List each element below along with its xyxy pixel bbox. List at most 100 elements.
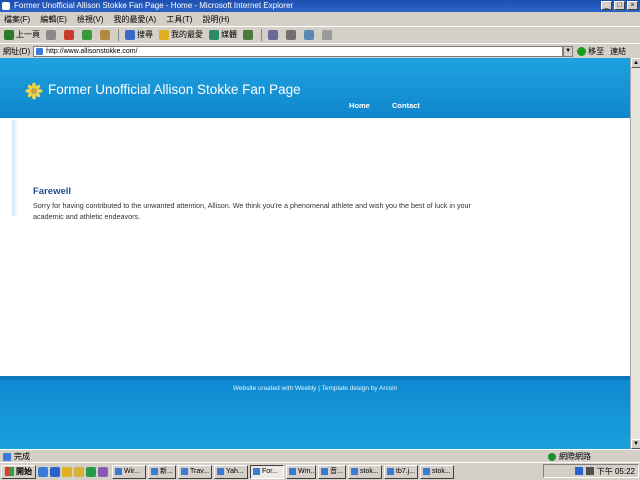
task-label: tb7.j... (396, 467, 416, 475)
task-label: stok... (432, 467, 451, 475)
quick-launch (38, 466, 110, 477)
task-icon (423, 468, 430, 475)
home-icon (100, 29, 110, 40)
forward-arrow-icon (46, 29, 56, 40)
menu-view[interactable]: 檢視(V) (77, 14, 104, 25)
ie-quicklaunch-icon[interactable] (50, 466, 60, 477)
task-icon (321, 468, 328, 475)
task-icon (289, 468, 296, 475)
network-icon[interactable] (98, 466, 108, 477)
task-button[interactable]: Wm... (286, 464, 316, 479)
site-header: Former Unofficial Allison Stokke Fan Pag… (0, 58, 630, 118)
task-button[interactable]: stok... (420, 464, 454, 479)
history-icon (243, 29, 253, 40)
task-button-active[interactable]: For... (250, 464, 284, 479)
page-done-icon (3, 452, 11, 461)
task-button[interactable]: Yah... (214, 464, 248, 479)
go-label: 移至 (588, 46, 605, 56)
menu-file[interactable]: 檔案(F) (4, 14, 30, 25)
task-button[interactable]: tb7.j... (384, 464, 418, 479)
task-icon (115, 468, 122, 475)
flower-logo-icon (25, 82, 43, 100)
task-label: Wir... (124, 467, 140, 475)
post-heading: Farewell (33, 186, 72, 197)
print-icon (286, 29, 296, 40)
task-button[interactable]: Wir... (112, 464, 146, 479)
task-label: 音... (330, 467, 343, 475)
clock[interactable]: 下午 05:22 (597, 466, 635, 477)
history-button[interactable] (243, 29, 255, 40)
search-button[interactable]: 搜尋 (125, 29, 153, 40)
window-title: Former Unofficial Allison Stokke Fan Pag… (14, 1, 294, 10)
maximize-button[interactable]: □ (614, 1, 625, 10)
home-button[interactable] (100, 29, 112, 40)
zone-text: 網際網路 (559, 452, 591, 461)
volume-icon[interactable] (585, 467, 594, 475)
address-dropdown-button[interactable]: ▼ (563, 45, 574, 57)
stop-button[interactable] (64, 29, 76, 40)
back-button[interactable]: 上一頁 (4, 29, 40, 40)
discuss-button[interactable] (322, 29, 334, 40)
footer-divider (0, 376, 630, 380)
nav-home-link[interactable]: Home (349, 101, 370, 110)
edit-button[interactable] (304, 29, 316, 40)
window-titlebar[interactable]: Former Unofficial Allison Stokke Fan Pag… (0, 0, 640, 12)
task-icon (151, 468, 158, 475)
menu-favorites[interactable]: 我的最愛(A) (114, 14, 157, 25)
task-icon (181, 468, 188, 475)
back-label: 上一頁 (16, 30, 40, 39)
stop-icon (64, 29, 74, 40)
status-text: 完成 (14, 452, 30, 461)
task-button[interactable]: Trav... (178, 464, 212, 479)
favorites-star-icon (159, 29, 169, 40)
address-url: http://www.allisonstokke.com/ (46, 47, 138, 55)
task-button[interactable]: 新... (148, 464, 176, 479)
nav-contact-link[interactable]: Contact (392, 101, 420, 110)
forward-button[interactable] (46, 29, 58, 40)
standard-toolbar: 上一頁 搜尋 我的最愛 媒體 (0, 26, 640, 42)
taskbar: 開始 Wir... 新... Trav... Yah... For... Wm.… (0, 462, 640, 480)
vertical-scrollbar[interactable]: ▲ ▼ (630, 58, 640, 449)
refresh-button[interactable] (82, 29, 94, 40)
desktop-icon[interactable] (38, 466, 48, 477)
media-player-icon[interactable] (86, 466, 96, 477)
outlook-icon[interactable] (62, 466, 72, 477)
media-label: 媒體 (221, 30, 237, 39)
status-zone: 網際網路 (548, 451, 591, 462)
address-label: 網址(D) (3, 46, 31, 56)
start-button[interactable]: 開始 (1, 464, 36, 479)
task-label: stok... (360, 467, 379, 475)
task-label: 新... (160, 467, 173, 475)
scroll-down-button[interactable]: ▼ (631, 439, 640, 449)
search-icon (125, 29, 135, 40)
media-icon (209, 29, 219, 40)
page-icon (36, 47, 44, 55)
task-label: Wm... (298, 467, 316, 475)
menu-help[interactable]: 說明(H) (202, 14, 229, 25)
menu-tools[interactable]: 工具(T) (166, 14, 192, 25)
task-label: Yah... (226, 467, 244, 475)
minimize-button[interactable]: _ (601, 1, 612, 10)
footer-credit[interactable]: Website created with Weebly | Template d… (0, 385, 630, 392)
edit-icon (304, 29, 314, 40)
task-icon (253, 468, 260, 475)
scroll-up-button[interactable]: ▲ (631, 58, 640, 68)
post-body: Sorry for having contributed to the unwa… (33, 201, 471, 221)
links-button[interactable]: 連結 (610, 46, 626, 57)
print-button[interactable] (286, 29, 298, 40)
folder-icon[interactable] (74, 466, 84, 477)
address-input[interactable]: http://www.allisonstokke.com/ (33, 45, 564, 57)
task-button[interactable]: stok... (348, 464, 382, 479)
search-label: 搜尋 (137, 30, 153, 39)
ie-icon (2, 2, 10, 10)
go-button[interactable]: 移至 (577, 46, 604, 57)
task-button[interactable]: 音... (318, 464, 346, 479)
document-icon (322, 29, 332, 40)
favorites-button[interactable]: 我的最愛 (159, 29, 203, 40)
mail-button[interactable] (268, 29, 280, 40)
task-label: For... (262, 467, 278, 475)
language-icon[interactable] (574, 467, 583, 475)
close-button[interactable]: × (627, 1, 638, 10)
media-button[interactable]: 媒體 (209, 29, 237, 40)
menu-edit[interactable]: 編輯(E) (40, 14, 67, 25)
